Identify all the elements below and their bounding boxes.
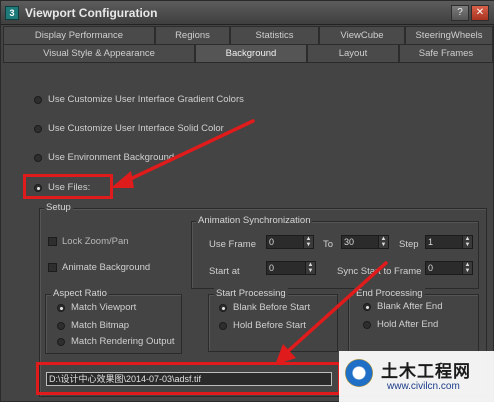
annotation-arrows xyxy=(111,119,388,365)
arrow-to-file-path xyxy=(284,261,388,355)
watermark-title: 土木工程网 xyxy=(381,362,471,381)
watermark: 土木工程网 www.civilcn.com xyxy=(339,351,494,402)
watermark-url: www.civilcn.com xyxy=(387,381,460,392)
arrow-to-use-files xyxy=(124,119,255,183)
viewport-configuration-dialog: 3 Viewport Configuration ? ✕ Display Per… xyxy=(0,0,494,402)
arrowhead-icon xyxy=(111,171,134,188)
watermark-logo-icon xyxy=(345,359,373,387)
